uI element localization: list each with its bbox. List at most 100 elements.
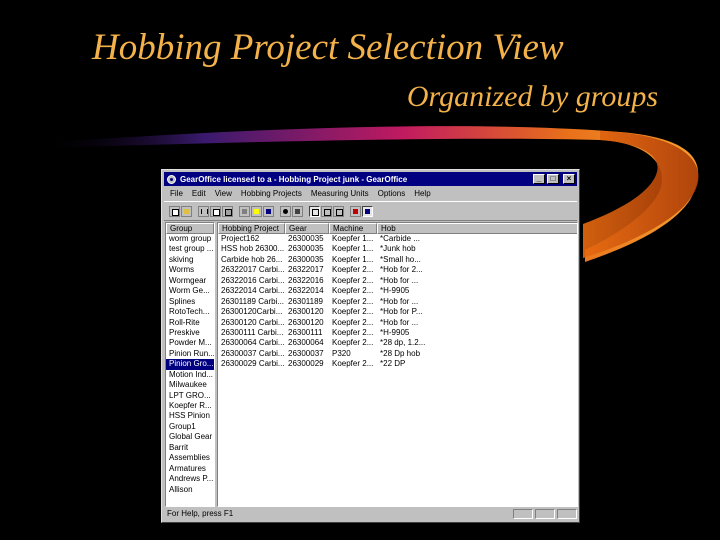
- group-list-item[interactable]: LPT GRO...: [166, 391, 214, 401]
- cell-gear: 26300029: [288, 359, 324, 369]
- minimize-button[interactable]: _: [533, 174, 545, 184]
- group-list-item[interactable]: Preskive: [166, 328, 214, 338]
- machine-icon[interactable]: [292, 205, 303, 217]
- cell-gear: 26300037: [288, 348, 324, 358]
- close-button[interactable]: ×: [563, 174, 575, 184]
- group-list-item[interactable]: Worms: [166, 265, 214, 275]
- help-icon[interactable]: [263, 205, 274, 217]
- cell-hob: *22 DP: [380, 359, 406, 369]
- menu-view[interactable]: View: [215, 189, 232, 198]
- view-list-icon[interactable]: [309, 205, 320, 217]
- paste-icon[interactable]: [222, 205, 233, 217]
- column-header-machine[interactable]: Machine: [329, 223, 377, 234]
- cell-hobbing-project: 26322017 Carbi...: [221, 265, 285, 275]
- cell-machine: Koepfer 1...: [332, 254, 374, 264]
- cell-gear: 26300064: [288, 338, 324, 348]
- cell-hobbing-project: Carbide hob 26...: [221, 254, 283, 264]
- copy-icon[interactable]: [210, 205, 221, 217]
- print-icon[interactable]: [239, 205, 250, 217]
- table-row[interactable]: 26300037 Carbi... 26300037 P320 *28 Dp hob: [218, 349, 577, 359]
- group-list-item[interactable]: Roll-Rite: [166, 318, 214, 328]
- table-row[interactable]: Carbide hob 26... 26300035 Koepfer 1... *Sm…: [218, 255, 577, 265]
- group-list-item[interactable]: worm group: [166, 234, 214, 244]
- table-row[interactable]: 26322014 Carbi... 26322014 Koepfer 2... *H-…: [218, 286, 577, 296]
- table-row[interactable]: 26301189 Carbi... 26301189 Koepfer 2... *Ho…: [218, 297, 577, 307]
- cell-hob: *Hob for ...: [380, 275, 419, 285]
- cell-machine: Koepfer 2...: [332, 265, 374, 275]
- status-text: For Help, press F1: [167, 509, 234, 518]
- group-list-item[interactable]: Powder M...: [166, 338, 214, 348]
- menu-options[interactable]: Options: [378, 189, 406, 198]
- view-tree-icon[interactable]: [333, 205, 344, 217]
- group-list-item[interactable]: RotoTech...: [166, 307, 214, 317]
- group-list-item[interactable]: Armatures: [166, 464, 214, 474]
- table-header: Hobbing Project Gear Machine Hob: [218, 223, 577, 234]
- group-list-item[interactable]: Koepfer R...: [166, 401, 214, 411]
- settings-icon[interactable]: [280, 205, 291, 217]
- table-row[interactable]: 26300029 Carbi... 26300029 Koepfer 2... *22…: [218, 359, 577, 369]
- units-inch-icon[interactable]: [362, 205, 373, 217]
- menu-help[interactable]: Help: [414, 189, 430, 198]
- table-row[interactable]: 26300064 Carbi... 26300064 Koepfer 2... *28…: [218, 338, 577, 348]
- new-icon[interactable]: [169, 205, 180, 217]
- table-row[interactable]: 26322016 Carbi... 26322016 Koepfer 2... *Ho…: [218, 276, 577, 286]
- menu-hobbing-projects[interactable]: Hobbing Projects: [241, 189, 302, 198]
- table-row[interactable]: HSS hob 26300... 26300035 Koepfer 1... *Jun…: [218, 244, 577, 254]
- group-list[interactable]: Group worm group test group ... skiving Wor…: [165, 222, 215, 507]
- title-bar[interactable]: GearOffice licensed to a - Hobbing Proje…: [164, 172, 577, 186]
- cell-hobbing-project: 26322016 Carbi...: [221, 275, 285, 285]
- menu-file[interactable]: File: [170, 189, 183, 198]
- status-bar: For Help, press F1: [164, 507, 577, 520]
- column-header-gear[interactable]: Gear: [285, 223, 329, 234]
- group-list-item[interactable]: Group1: [166, 422, 214, 432]
- maximize-button[interactable]: □: [547, 174, 559, 184]
- project-table[interactable]: Hobbing Project Gear Machine Hob Project…: [217, 222, 578, 507]
- cell-gear: 26300120: [288, 307, 324, 317]
- column-header-hobbing-project[interactable]: Hobbing Project: [218, 223, 285, 234]
- open-icon[interactable]: [181, 205, 192, 217]
- group-list-item[interactable]: skiving: [166, 255, 214, 265]
- group-list-item[interactable]: Wormgear: [166, 276, 214, 286]
- group-list-item[interactable]: Milwaukee: [166, 380, 214, 390]
- group-list-item[interactable]: HSS Pinion: [166, 411, 214, 421]
- cell-machine: Koepfer 2...: [332, 296, 374, 306]
- menu-edit[interactable]: Edit: [192, 189, 206, 198]
- group-list-item[interactable]: test group ...: [166, 244, 214, 254]
- group-list-item[interactable]: Andrews P...: [166, 474, 214, 484]
- view-group-icon[interactable]: [321, 205, 332, 217]
- cell-machine: Koepfer 2...: [332, 317, 374, 327]
- gearoffice-window: GearOffice licensed to a - Hobbing Proje…: [161, 169, 580, 523]
- cell-gear: 26301189: [288, 296, 323, 306]
- group-list-item[interactable]: Motion Ind...: [166, 370, 214, 380]
- cell-hob: *H-9905: [380, 327, 410, 337]
- group-list-item[interactable]: Allison: [166, 485, 214, 495]
- context-help-icon[interactable]: [251, 205, 262, 217]
- group-list-item[interactable]: Assemblies: [166, 453, 214, 463]
- group-list-item[interactable]: Splines: [166, 297, 214, 307]
- table-row[interactable]: 26300120Carbi... 26300120 Koepfer 2... *Hob…: [218, 307, 577, 317]
- gearoffice-app-icon[interactable]: [166, 174, 177, 185]
- group-column-header[interactable]: Group: [166, 223, 214, 234]
- group-list-item[interactable]: Pinion Gro...: [166, 359, 214, 370]
- cell-hobbing-project: 26300037 Carbi...: [221, 348, 285, 358]
- group-list-item[interactable]: Global Gear: [166, 432, 214, 442]
- table-row[interactable]: 26322017 Carbi... 26322017 Koepfer 2... *Ho…: [218, 265, 577, 275]
- cell-machine: Koepfer 2...: [332, 275, 374, 285]
- column-header-hob[interactable]: Hob: [377, 223, 577, 234]
- cell-hob: *28 Dp hob: [380, 348, 421, 358]
- cut-icon[interactable]: [198, 205, 209, 217]
- cell-gear: 26322016: [288, 275, 324, 285]
- cell-machine: Koepfer 2...: [332, 327, 374, 337]
- cell-hob: *Junk hob: [380, 244, 416, 254]
- cell-gear: 26300035: [288, 254, 324, 264]
- group-list-item[interactable]: Pinion Run...: [166, 349, 214, 359]
- window-title: GearOffice licensed to a - Hobbing Proje…: [180, 174, 408, 184]
- group-list-item[interactable]: Barrit: [166, 443, 214, 453]
- group-list-item[interactable]: Worm Ge...: [166, 286, 214, 296]
- menu-measuring-units[interactable]: Measuring Units: [311, 189, 369, 198]
- cell-machine: Koepfer 2...: [332, 307, 374, 317]
- units-metric-icon[interactable]: [350, 205, 361, 217]
- table-row[interactable]: 26300111 Carbi... 26300111 Koepfer 2... *H-…: [218, 328, 577, 338]
- table-row[interactable]: Project162 26300035 Koepfer 1... *Carbide .…: [218, 234, 577, 244]
- table-row[interactable]: 26300120 Carbi... 26300120 Koepfer 2... *Ho…: [218, 318, 577, 328]
